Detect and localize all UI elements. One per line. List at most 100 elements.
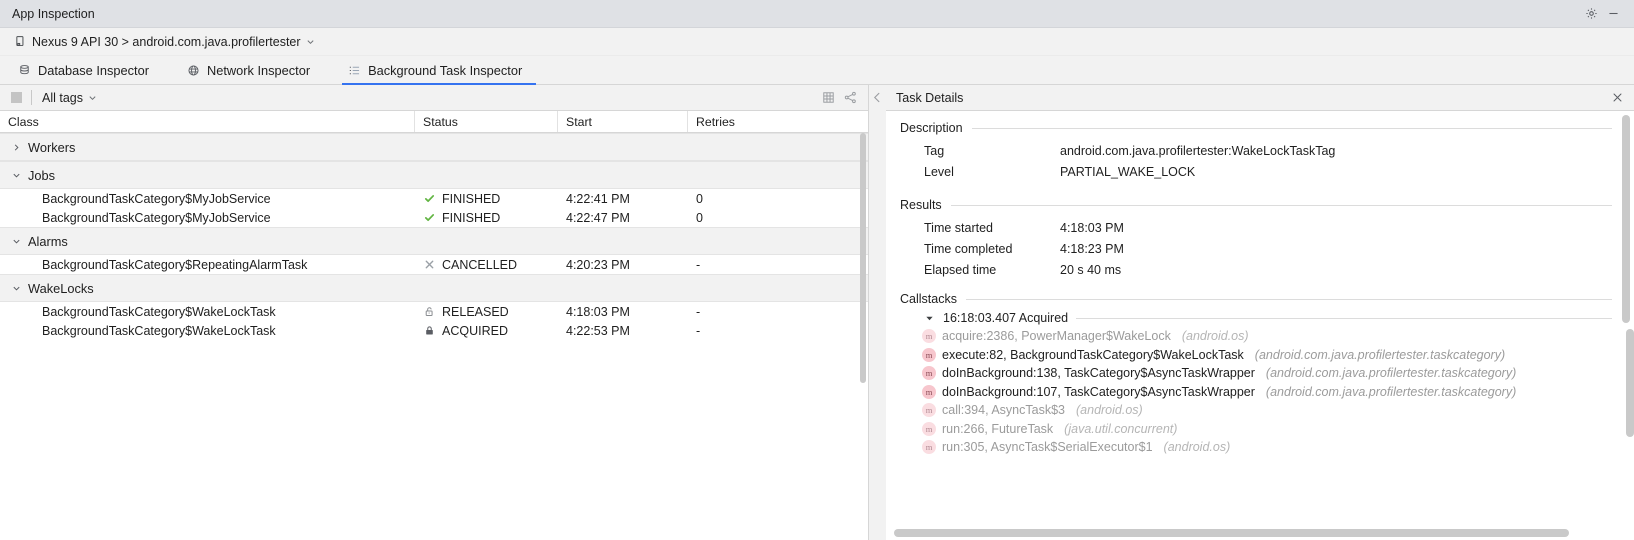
cell-retries: - <box>688 302 860 321</box>
frame-label: call:394, AsyncTask$3 <box>942 403 1065 417</box>
scrollbar-thumb[interactable] <box>1622 115 1630 323</box>
chevron-down-icon[interactable] <box>9 281 23 295</box>
column-header-class[interactable]: Class <box>0 111 415 132</box>
callstack-group-header[interactable]: 16:18:03.407 Acquired <box>900 311 1612 325</box>
collapse-panel-button[interactable] <box>869 85 886 540</box>
frame-package: (android.os) <box>1076 403 1143 417</box>
callstack-frame[interactable]: m execute:82, BackgroundTaskCategory$Wak… <box>900 346 1634 365</box>
table-group-alarms[interactable]: Alarms <box>0 227 868 255</box>
task-details-body: Description Tag android.com.java.profile… <box>886 111 1634 540</box>
chevron-down-icon[interactable] <box>9 168 23 182</box>
cell-status: ACQUIRED <box>415 321 558 340</box>
details-horizontal-scrollbar[interactable] <box>894 529 1612 537</box>
tab-background-task-inspector[interactable]: Background Task Inspector <box>342 56 536 84</box>
callstack-frame[interactable]: m run:305, AsyncTask$SerialExecutor$1 (a… <box>900 438 1634 457</box>
detail-row-tag: Tag android.com.java.profilertester:Wake… <box>900 140 1612 161</box>
section-rule <box>972 128 1612 129</box>
cell-start: 4:22:47 PM <box>558 208 688 227</box>
window-titlebar: App Inspection <box>0 0 1634 28</box>
task-details-pane: Task Details Description Tag android.com… <box>886 85 1634 540</box>
callstack-frame[interactable]: m doInBackground:107, TaskCategory$Async… <box>900 383 1634 402</box>
frame-package: (android.com.java.profilertester.taskcat… <box>1266 366 1516 380</box>
table-row[interactable]: BackgroundTaskCategory$MyJobService FINI… <box>0 189 868 208</box>
triangle-down-icon[interactable] <box>924 313 935 324</box>
graph-view-icon[interactable] <box>840 88 860 108</box>
task-list-vertical-scrollbar[interactable] <box>859 133 867 540</box>
detail-key: Time started <box>900 221 1060 235</box>
tags-filter-dropdown[interactable]: All tags <box>42 91 97 105</box>
section-spacer <box>886 182 1634 198</box>
frame-package: (android.com.java.profilertester.taskcat… <box>1255 348 1505 362</box>
section-rule <box>951 205 1612 206</box>
unlock-icon <box>423 305 436 318</box>
method-badge-icon: m <box>922 329 936 343</box>
cell-start: 4:22:41 PM <box>558 189 688 208</box>
table-group-wakelocks[interactable]: WakeLocks <box>0 274 868 302</box>
minimize-icon[interactable] <box>1602 3 1624 25</box>
close-icon[interactable] <box>1608 89 1626 107</box>
table-group-jobs[interactable]: Jobs <box>0 161 868 189</box>
app-inspection-window: App Inspection Nexus 9 API 30 > android.… <box>0 0 1634 540</box>
section-label: Callstacks <box>900 292 957 306</box>
method-badge-icon: m <box>922 348 936 362</box>
callstack-frame[interactable]: m doInBackground:138, TaskCategory$Async… <box>900 364 1634 383</box>
cell-retries: - <box>688 255 860 274</box>
status-label: CANCELLED <box>442 258 517 272</box>
detail-key: Tag <box>900 144 1060 158</box>
x-icon <box>423 258 436 271</box>
column-header-retries[interactable]: Retries <box>688 111 860 132</box>
process-selector-label: Nexus 9 API 30 > android.com.java.profil… <box>32 35 301 49</box>
tab-network-inspector[interactable]: Network Inspector <box>181 56 324 84</box>
device-icon <box>14 35 27 48</box>
group-label: Workers <box>28 140 75 155</box>
callstacks-section-title: Callstacks <box>900 292 1612 306</box>
cell-start: 4:18:03 PM <box>558 302 688 321</box>
detail-key: Time completed <box>900 242 1060 256</box>
section-label: Description <box>900 121 963 135</box>
stop-square-icon[interactable] <box>11 92 22 103</box>
column-header-start[interactable]: Start <box>558 111 688 132</box>
table-row[interactable]: BackgroundTaskCategory$WakeLockTask RELE… <box>0 302 868 321</box>
task-details-title: Task Details <box>896 91 963 105</box>
window-title: App Inspection <box>12 7 95 21</box>
description-section: Description Tag android.com.java.profile… <box>886 121 1634 182</box>
frame-package: (android.os) <box>1164 440 1231 454</box>
task-details-header: Task Details <box>886 85 1634 111</box>
callstack-frame[interactable]: m call:394, AsyncTask$3 (android.os) <box>900 401 1634 420</box>
process-selector-row: Nexus 9 API 30 > android.com.java.profil… <box>0 28 1634 56</box>
task-table: Class Status Start Retries Workers <box>0 111 868 540</box>
frame-package: (java.util.concurrent) <box>1064 422 1177 436</box>
table-header-row: Class Status Start Retries <box>0 111 868 133</box>
status-label: ACQUIRED <box>442 324 508 338</box>
list-icon <box>348 64 361 77</box>
cell-status: FINISHED <box>415 208 558 227</box>
table-row[interactable]: BackgroundTaskCategory$WakeLockTask ACQU… <box>0 321 868 340</box>
scrollbar-thumb[interactable] <box>860 133 866 383</box>
scrollbar-thumb[interactable] <box>894 529 1569 537</box>
detail-value: 4:18:23 PM <box>1060 242 1612 256</box>
process-selector[interactable]: Nexus 9 API 30 > android.com.java.profil… <box>12 34 319 50</box>
check-icon <box>423 211 436 224</box>
gear-icon[interactable] <box>1580 3 1602 25</box>
frame-package: (android.com.java.profilertester.taskcat… <box>1266 385 1516 399</box>
chevron-down-icon[interactable] <box>9 234 23 248</box>
callstack-frame[interactable]: m acquire:2386, PowerManager$WakeLock (a… <box>900 327 1634 346</box>
column-header-status[interactable]: Status <box>415 111 558 132</box>
details-vertical-scrollbar[interactable] <box>1622 115 1630 536</box>
callstack-frame[interactable]: m run:266, FutureTask (java.util.concurr… <box>900 420 1634 439</box>
status-label: RELEASED <box>442 305 509 319</box>
table-view-icon[interactable] <box>818 88 838 108</box>
method-badge-icon: m <box>922 385 936 399</box>
chevron-right-icon[interactable] <box>9 140 23 154</box>
results-section-title: Results <box>900 198 1612 212</box>
section-rule <box>966 299 1612 300</box>
chevron-down-icon <box>88 91 97 105</box>
cell-class: BackgroundTaskCategory$WakeLockTask <box>0 321 415 340</box>
table-row[interactable]: BackgroundTaskCategory$MyJobService FINI… <box>0 208 868 227</box>
cell-class: BackgroundTaskCategory$MyJobService <box>0 208 415 227</box>
tab-database-inspector[interactable]: Database Inspector <box>12 56 163 84</box>
detail-value: android.com.java.profilertester:WakeLock… <box>1060 144 1612 158</box>
globe-icon <box>187 64 200 77</box>
table-row[interactable]: BackgroundTaskCategory$RepeatingAlarmTas… <box>0 255 868 274</box>
table-group-workers[interactable]: Workers <box>0 133 868 161</box>
